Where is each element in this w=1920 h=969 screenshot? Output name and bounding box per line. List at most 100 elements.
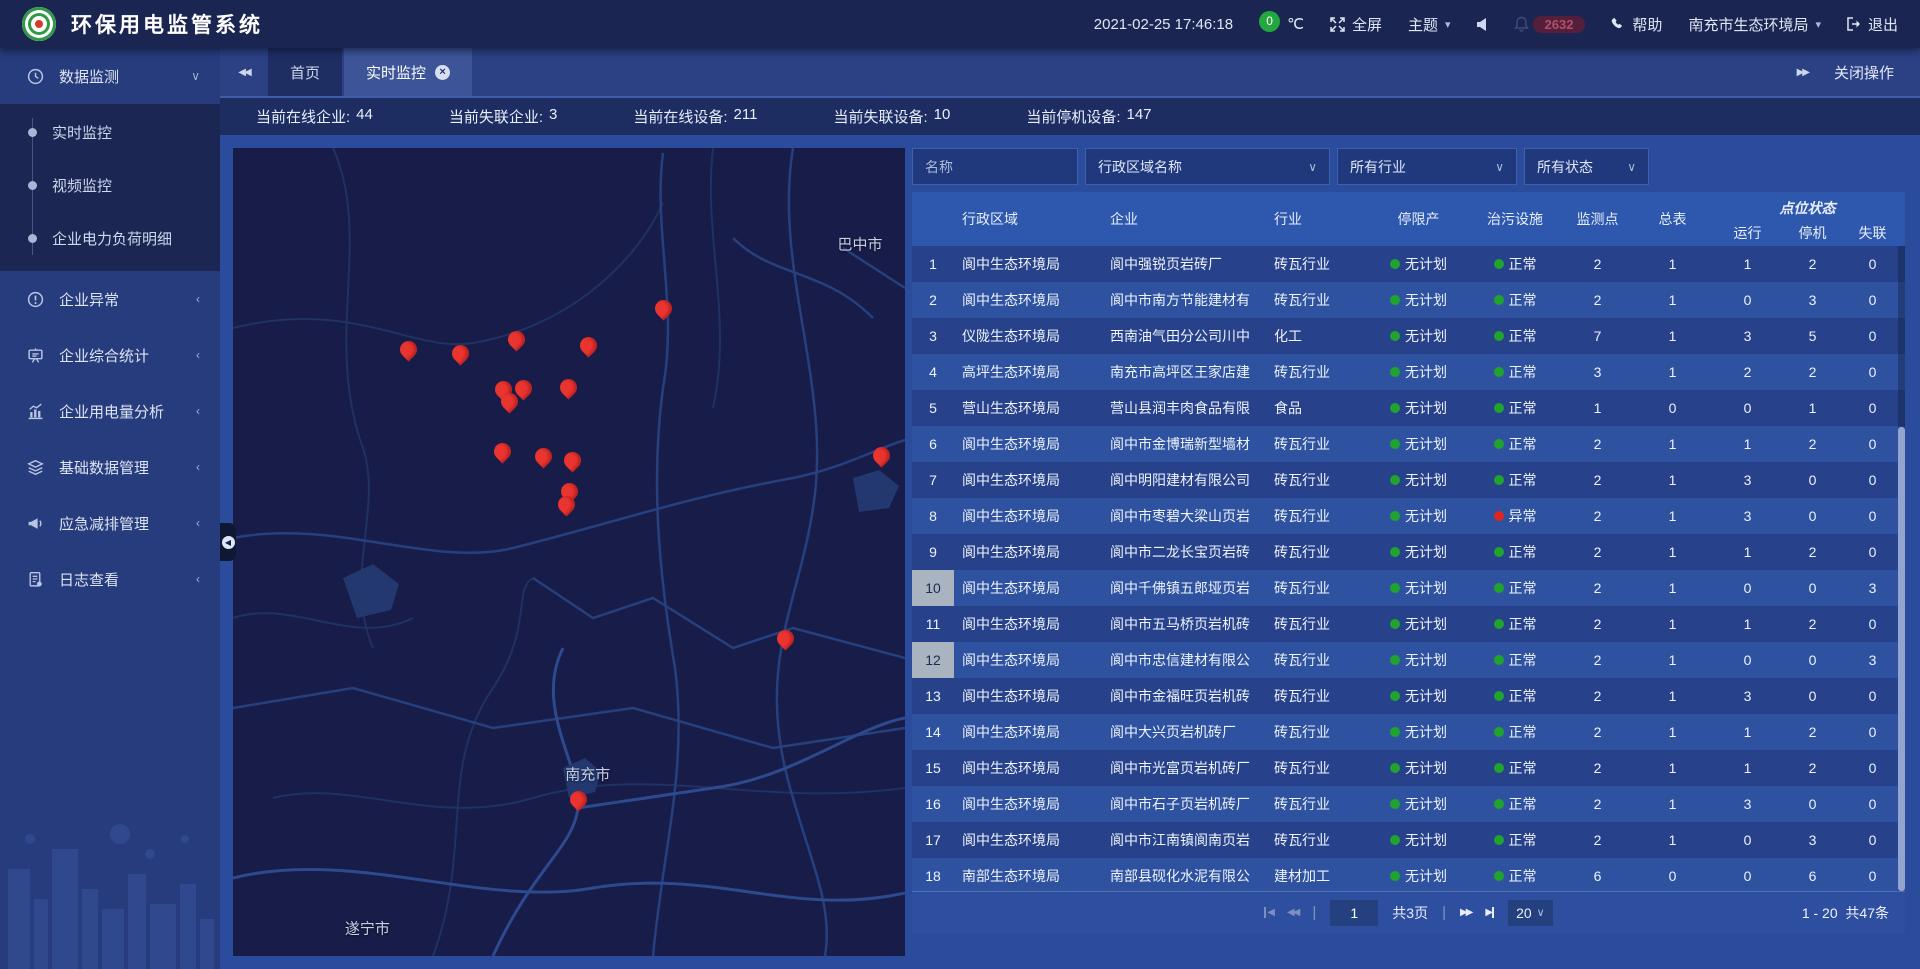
table-row[interactable]: 13阆中生态环境局阆中市金福旺页岩机砖砖瓦行业无计划正常21300: [912, 678, 1905, 714]
cell-company: 阆中大兴页岩机砖厂: [1082, 714, 1252, 750]
notifications-button[interactable]: 2632: [1514, 16, 1586, 33]
page-number-input[interactable]: [1330, 900, 1378, 926]
close-operations-menu[interactable]: 关闭操作: [1834, 62, 1894, 83]
cell-monitor-points: 2: [1560, 750, 1635, 786]
col-treatment[interactable]: 治污设施: [1470, 192, 1560, 246]
map-panel[interactable]: 巴中市南充市遂宁市: [233, 148, 905, 956]
col-stop-limit[interactable]: 停限产: [1367, 192, 1470, 246]
cell-treatment: 正常: [1470, 246, 1560, 282]
table-row[interactable]: 10阆中生态环境局阆中千佛镇五郎垭页岩砖瓦行业无计划正常21003: [912, 570, 1905, 606]
logout-button[interactable]: 退出: [1847, 14, 1898, 35]
table-row[interactable]: 9阆中生态环境局阆中市二龙长宝页岩砖砖瓦行业无计划正常21120: [912, 534, 1905, 570]
table-row[interactable]: 14阆中生态环境局阆中大兴页岩机砖厂砖瓦行业无计划正常21120: [912, 714, 1905, 750]
fullscreen-button[interactable]: 全屏: [1330, 14, 1382, 35]
sidebar-group-6[interactable]: 日志查看‹: [0, 551, 220, 607]
cell-company: 阆中市金博瑞新型墙材: [1082, 426, 1252, 462]
col-lost[interactable]: 失联: [1840, 219, 1905, 246]
status-dot: [1390, 763, 1400, 773]
cell-company: 阆中市光富页岩机砖厂: [1082, 750, 1252, 786]
table-row[interactable]: 17阆中生态环境局阆中市江南镇阆南页岩砖瓦行业无计划正常21030: [912, 822, 1905, 858]
sidebar-group-4[interactable]: 基础数据管理‹: [0, 439, 220, 495]
tabs-scroll-left-button[interactable]: ◀◀: [220, 48, 268, 96]
logout-label: 退出: [1868, 14, 1898, 35]
table-row[interactable]: 12阆中生态环境局阆中市忠信建材有限公砖瓦行业无计划正常21003: [912, 642, 1905, 678]
scrollbar-thumb[interactable]: [1898, 427, 1905, 891]
table-row[interactable]: 5营山生态环境局营山县润丰肉食品有限食品无计划正常10010: [912, 390, 1905, 426]
cell-running: 1: [1710, 426, 1785, 462]
sidebar-group-5[interactable]: 应急减排管理‹: [0, 495, 220, 551]
theme-menu[interactable]: 主题 ▾: [1408, 14, 1451, 35]
sidebar-item-视频监控[interactable]: 视频监控: [0, 159, 220, 212]
cell-region: 阆中生态环境局: [954, 786, 1082, 822]
sidebar-collapse-handle[interactable]: ◀: [220, 523, 236, 561]
sidebar-item-实时监控[interactable]: 实时监控: [0, 106, 220, 159]
name-search-input[interactable]: [912, 148, 1078, 185]
table-scrollbar[interactable]: [1898, 246, 1905, 891]
region-select[interactable]: 行政区域名称 ∨: [1085, 148, 1330, 185]
table-row[interactable]: 8阆中生态环境局阆中市枣碧大梁山页岩砖瓦行业无计划异常21300: [912, 498, 1905, 534]
table-row[interactable]: 16阆中生态环境局阆中市石子页岩机砖厂砖瓦行业无计划正常21300: [912, 786, 1905, 822]
industry-select[interactable]: 所有行业 ∨: [1337, 148, 1517, 185]
table-row[interactable]: 2阆中生态环境局阆中市南方节能建材有砖瓦行业无计划正常21030: [912, 282, 1905, 318]
page-size-select[interactable]: 20 ∨: [1508, 900, 1553, 926]
status-dot: [1390, 799, 1400, 809]
col-stopped[interactable]: 停机: [1785, 219, 1840, 246]
col-total-meter[interactable]: 总表: [1635, 192, 1710, 246]
cell-running: 3: [1710, 498, 1785, 534]
last-page-button[interactable]: ▶: [1485, 907, 1494, 918]
cell-lost: 0: [1840, 606, 1905, 642]
cell-row-number: 9: [912, 534, 954, 570]
mute-button[interactable]: [1477, 18, 1488, 31]
tab-realtime-monitor[interactable]: 实时监控 ×: [344, 48, 472, 96]
cell-row-number: 2: [912, 282, 954, 318]
next-page-button[interactable]: ▶▶: [1460, 907, 1471, 918]
cell-total-meter: 0: [1635, 858, 1710, 891]
sidebar-group-1[interactable]: 企业异常‹: [0, 271, 220, 327]
stats-bar: 当前在线企业:44当前失联企业:3当前在线设备:211当前失联设备:10当前停机…: [220, 98, 1920, 135]
sidebar-group-3[interactable]: 企业用电量分析‹: [0, 383, 220, 439]
table-row[interactable]: 15阆中生态环境局阆中市光富页岩机砖厂砖瓦行业无计划正常21120: [912, 750, 1905, 786]
table-row[interactable]: 3仪陇生态环境局西南油气田分公司川中化工无计划正常71350: [912, 318, 1905, 354]
help-button[interactable]: 帮助: [1611, 14, 1662, 35]
cell-stop-limit: 无计划: [1367, 390, 1470, 426]
org-menu[interactable]: 南充市生态环境局 ▾: [1688, 14, 1821, 35]
prev-page-button[interactable]: ◀◀: [1287, 907, 1298, 918]
chevron-left-icon: ‹: [196, 516, 200, 530]
table-row[interactable]: 1阆中生态环境局阆中强锐页岩砖厂砖瓦行业无计划正常21120: [912, 246, 1905, 282]
cell-row-number: 5: [912, 390, 954, 426]
col-monitor-points[interactable]: 监测点: [1560, 192, 1635, 246]
sidebar-item-企业电力负荷明细[interactable]: 企业电力负荷明细: [0, 212, 220, 265]
cell-treatment: 正常: [1470, 534, 1560, 570]
status-dot: [1494, 691, 1504, 701]
cell-total-meter: 1: [1635, 786, 1710, 822]
cell-total-meter: 1: [1635, 534, 1710, 570]
tab-home[interactable]: 首页: [268, 48, 342, 96]
cell-row-number: 1: [912, 246, 954, 282]
cell-company: 阆中千佛镇五郎垭页岩: [1082, 570, 1252, 606]
cell-running: 3: [1710, 318, 1785, 354]
cell-stopped: 1: [1785, 390, 1840, 426]
cell-monitor-points: 2: [1560, 534, 1635, 570]
col-company[interactable]: 企业: [1082, 192, 1252, 246]
col-industry[interactable]: 行业: [1252, 192, 1367, 246]
table-row[interactable]: 6阆中生态环境局阆中市金博瑞新型墙材砖瓦行业无计划正常21120: [912, 426, 1905, 462]
first-page-button[interactable]: ◀: [1264, 907, 1273, 918]
sidebar-group-2[interactable]: 企业综合统计‹: [0, 327, 220, 383]
cell-lost: 0: [1840, 462, 1905, 498]
table-row[interactable]: 7阆中生态环境局阆中明阳建材有限公司砖瓦行业无计划正常21300: [912, 462, 1905, 498]
tabs-scroll-right-button[interactable]: ▶▶: [1797, 67, 1808, 78]
cell-industry: 砖瓦行业: [1252, 750, 1367, 786]
col-running[interactable]: 运行: [1710, 219, 1785, 246]
table-row[interactable]: 4高坪生态环境局南充市高坪区王家店建砖瓦行业无计划正常31220: [912, 354, 1905, 390]
table-header: 行政区域 企业 行业 停限产 治污设施 监测点 总表 点位状态 运行 停机 失联: [912, 192, 1905, 246]
table-row[interactable]: 18南部生态环境局南部县砚化水泥有限公建材加工无计划正常60060: [912, 858, 1905, 891]
pagination-bar: ◀ ◀◀ | 共3页 | ▶▶ ▶ 20 ∨ 1 - 20 共47条: [912, 891, 1905, 933]
cell-treatment: 正常: [1470, 786, 1560, 822]
table-row[interactable]: 11阆中生态环境局阆中市五马桥页岩机砖砖瓦行业无计划正常21120: [912, 606, 1905, 642]
col-region[interactable]: 行政区域: [954, 192, 1082, 246]
cell-stopped: 2: [1785, 714, 1840, 750]
sidebar-group-0[interactable]: 数据监测∨: [0, 48, 220, 104]
cell-running: 3: [1710, 678, 1785, 714]
close-tab-icon[interactable]: ×: [435, 65, 450, 80]
status-select[interactable]: 所有状态 ∨: [1524, 148, 1649, 185]
